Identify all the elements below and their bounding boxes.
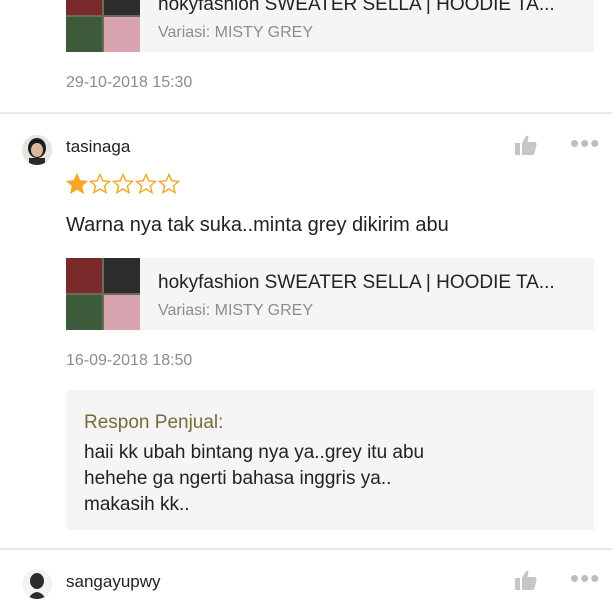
star-empty-icon (158, 173, 180, 195)
review-comment: Warna nya tak suka..minta grey dikirim a… (66, 214, 449, 236)
review-divider (0, 112, 612, 114)
review-date: 29-10-2018 15:30 (66, 74, 193, 91)
product-name: hokyfashion SWEATER SELLA | HOODIE TA... (158, 272, 555, 293)
thumbs-up-icon[interactable] (514, 569, 538, 591)
seller-reply: Respon Penjual: haii kk ubah bintang nya… (66, 390, 594, 530)
star-empty-icon (135, 173, 157, 195)
more-dots-icon[interactable]: ••• (570, 565, 600, 591)
reviewer-username[interactable]: sangayupwy (66, 572, 161, 592)
avatar[interactable] (22, 135, 52, 165)
more-dots-icon[interactable]: ••• (570, 130, 600, 156)
avatar[interactable] (22, 569, 52, 599)
product-name: hokyfashion SWEATER SELLA | HOODIE TA... (158, 0, 555, 15)
star-empty-icon (112, 173, 134, 195)
seller-reply-text: haii kk ubah bintang nya ya..grey itu ab… (84, 442, 425, 515)
rating-stars (66, 173, 180, 195)
product-card[interactable]: hokyfashion SWEATER SELLA | HOODIE TA...… (66, 258, 594, 330)
star-empty-icon (89, 173, 111, 195)
review-divider (0, 548, 612, 550)
thumbs-up-icon[interactable] (514, 134, 538, 156)
product-card[interactable]: hokyfashion SWEATER SELLA | HOODIE TA...… (66, 0, 594, 52)
seller-reply-title: Respon Penjual: (84, 412, 224, 433)
product-thumbnail (66, 258, 140, 330)
star-filled-icon (66, 173, 88, 195)
product-variant: Variasi: MISTY GREY (158, 24, 313, 41)
review-date: 16-09-2018 18:50 (66, 352, 193, 369)
product-thumbnail (66, 0, 140, 52)
reviewer-username[interactable]: tasinaga (66, 137, 130, 157)
product-variant: Variasi: MISTY GREY (158, 302, 313, 319)
